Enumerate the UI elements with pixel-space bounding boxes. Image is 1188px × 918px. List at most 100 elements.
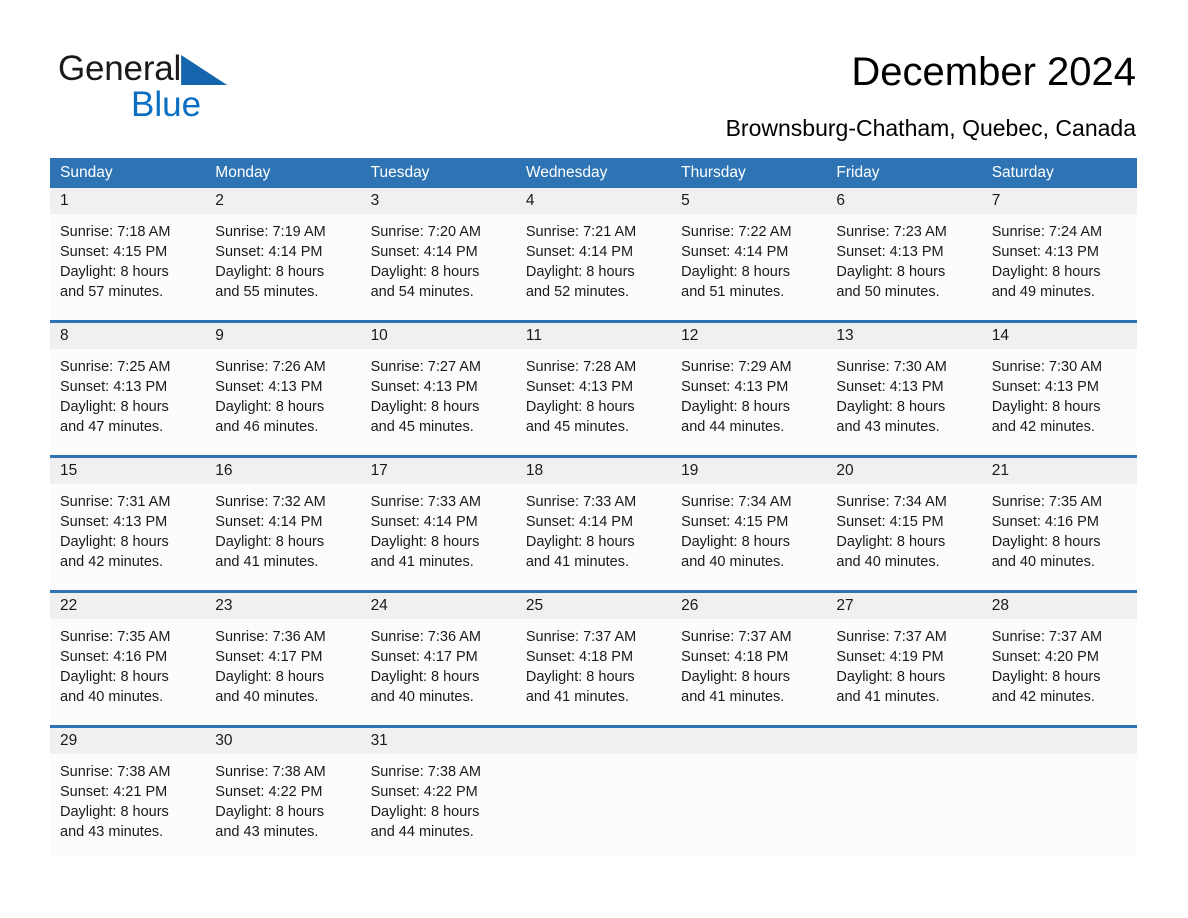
day-details: Sunrise: 7:30 AM Sunset: 4:13 PM Daylight:… xyxy=(826,349,981,437)
day-cell[interactable]: 20 Sunrise: 7:34 AM Sunset: 4:15 PM Dayligh… xyxy=(826,458,982,590)
sunrise-text: Sunrise: 7:28 AM xyxy=(525,359,637,375)
day-number: 2 xyxy=(215,192,224,209)
day-cell[interactable]: 8 Sunrise: 7:25 AM Sunset: 4:13 PM Daylight… xyxy=(50,323,206,455)
daylight-text-line2: and 51 minutes. xyxy=(681,284,785,300)
day-cell[interactable]: 2 Sunrise: 7:19 AM Sunset: 4:14 PM Daylight… xyxy=(205,188,361,320)
day-cell[interactable]: 22 Sunrise: 7:35 AM Sunset: 4:16 PM Dayligh… xyxy=(50,593,206,725)
sunrise-text: Sunrise: 7:31 AM xyxy=(60,494,171,510)
day-number: 19 xyxy=(681,462,699,479)
weekday-tuesday: Tuesday xyxy=(370,164,430,181)
sunset-text: Sunset: 4:14 PM xyxy=(681,244,789,260)
daylight-text-line1: Daylight: 8 hours xyxy=(370,264,480,280)
day-cell[interactable]: 27 Sunrise: 7:37 AM Sunset: 4:19 PM Dayligh… xyxy=(826,593,982,725)
day-cell[interactable]: 29 Sunrise: 7:38 AM Sunset: 4:21 PM Dayligh… xyxy=(50,728,206,856)
day-cell[interactable]: 3 Sunrise: 7:20 AM Sunset: 4:14 PM Daylight… xyxy=(360,188,516,320)
day-cell[interactable]: 31 Sunrise: 7:38 AM Sunset: 4:22 PM Dayligh… xyxy=(360,728,516,856)
day-cell[interactable]: 24 Sunrise: 7:36 AM Sunset: 4:17 PM Dayligh… xyxy=(360,593,516,725)
sunset-text: Sunset: 4:14 PM xyxy=(370,514,478,530)
day-cell[interactable]: 7 Sunrise: 7:24 AM Sunset: 4:13 PM Daylight… xyxy=(981,188,1137,320)
day-number: 24 xyxy=(370,597,388,614)
day-cell[interactable]: 5 Sunrise: 7:22 AM Sunset: 4:14 PM Daylight… xyxy=(671,188,827,320)
day-cell[interactable]: 28 Sunrise: 7:37 AM Sunset: 4:20 PM Dayligh… xyxy=(981,593,1137,725)
day-cell[interactable]: 17 Sunrise: 7:33 AM Sunset: 4:14 PM Dayligh… xyxy=(360,458,516,590)
day-details: Sunrise: 7:24 AM Sunset: 4:13 PM Daylight:… xyxy=(982,214,1137,302)
daylight-text-line2: and 43 minutes. xyxy=(60,824,164,840)
day-details: Sunrise: 7:30 AM Sunset: 4:13 PM Daylight:… xyxy=(982,349,1137,437)
sunset-text: Sunset: 4:17 PM xyxy=(370,649,478,665)
day-cell[interactable]: 16 Sunrise: 7:32 AM Sunset: 4:14 PM Dayligh… xyxy=(205,458,361,590)
sunrise-text: Sunrise: 7:30 AM xyxy=(991,359,1103,375)
daylight-text-line2: and 42 minutes. xyxy=(60,554,164,570)
day-number: 12 xyxy=(681,327,699,344)
sunset-text: Sunset: 4:22 PM xyxy=(370,784,478,800)
weekday-wednesday: Wednesday xyxy=(525,164,608,181)
day-details: Sunrise: 7:20 AM Sunset: 4:14 PM Daylight:… xyxy=(361,214,516,302)
daylight-text-line1: Daylight: 8 hours xyxy=(681,399,790,415)
day-cell[interactable]: 9 Sunrise: 7:26 AM Sunset: 4:13 PM Daylight… xyxy=(205,323,361,455)
day-cell[interactable]: 15 Sunrise: 7:31 AM Sunset: 4:13 PM Dayligh… xyxy=(50,458,206,590)
sunrise-text: Sunrise: 7:20 AM xyxy=(370,224,481,240)
day-number xyxy=(982,728,1137,754)
day-cell[interactable]: 19 Sunrise: 7:34 AM Sunset: 4:15 PM Dayligh… xyxy=(671,458,827,590)
daylight-text-line1: Daylight: 8 hours xyxy=(836,399,946,415)
sunset-text: Sunset: 4:13 PM xyxy=(836,379,944,395)
page-header: General Blue December 2024 Brownsburg-Ch… xyxy=(0,0,1188,150)
day-details: Sunrise: 7:37 AM Sunset: 4:20 PM Daylight:… xyxy=(982,619,1137,707)
day-number: 1 xyxy=(60,192,69,209)
daylight-text-line1: Daylight: 8 hours xyxy=(60,264,169,280)
weekday-thursday: Thursday xyxy=(681,164,746,181)
day-cell[interactable]: 12 Sunrise: 7:29 AM Sunset: 4:13 PM Dayligh… xyxy=(671,323,827,455)
day-details: Sunrise: 7:32 AM Sunset: 4:14 PM Daylight:… xyxy=(205,484,360,572)
sunset-text: Sunset: 4:15 PM xyxy=(681,514,789,530)
day-cell[interactable]: 1 Sunrise: 7:18 AM Sunset: 4:15 PM Daylight… xyxy=(50,188,206,320)
sunset-text: Sunset: 4:14 PM xyxy=(215,244,323,260)
day-details: Sunrise: 7:38 AM Sunset: 4:21 PM Daylight:… xyxy=(50,754,205,842)
day-cell[interactable]: 30 Sunrise: 7:38 AM Sunset: 4:22 PM Dayligh… xyxy=(205,728,361,856)
daylight-text-line1: Daylight: 8 hours xyxy=(991,669,1101,685)
day-cell[interactable]: 6 Sunrise: 7:23 AM Sunset: 4:13 PM Daylight… xyxy=(826,188,982,320)
day-cell[interactable]: 11 Sunrise: 7:28 AM Sunset: 4:13 PM Dayligh… xyxy=(515,323,672,455)
daylight-text-line2: and 52 minutes. xyxy=(525,284,630,300)
day-cell[interactable]: 21 Sunrise: 7:35 AM Sunset: 4:16 PM Dayligh… xyxy=(981,458,1137,590)
day-cell[interactable]: 10 Sunrise: 7:27 AM Sunset: 4:13 PM Dayligh… xyxy=(360,323,516,455)
day-number: 9 xyxy=(215,327,224,344)
day-cell[interactable]: 13 Sunrise: 7:30 AM Sunset: 4:13 PM Dayligh… xyxy=(826,323,982,455)
sunrise-text: Sunrise: 7:19 AM xyxy=(215,224,326,240)
sunrise-text: Sunrise: 7:30 AM xyxy=(836,359,947,375)
daylight-text-line1: Daylight: 8 hours xyxy=(370,804,480,820)
day-details: Sunrise: 7:19 AM Sunset: 4:14 PM Daylight:… xyxy=(205,214,360,302)
daylight-text-line1: Daylight: 8 hours xyxy=(836,669,946,685)
sunset-text: Sunset: 4:14 PM xyxy=(215,514,323,530)
day-cell-empty xyxy=(515,728,672,856)
generalblue-logo[interactable]: General Blue xyxy=(58,50,358,130)
day-details: Sunrise: 7:37 AM Sunset: 4:18 PM Daylight:… xyxy=(516,619,671,707)
day-cell[interactable]: 23 Sunrise: 7:36 AM Sunset: 4:17 PM Dayligh… xyxy=(205,593,361,725)
day-cell[interactable]: 4 Sunrise: 7:21 AM Sunset: 4:14 PM Daylight… xyxy=(515,188,672,320)
day-cell[interactable]: 14 Sunrise: 7:30 AM Sunset: 4:13 PM Dayligh… xyxy=(981,323,1137,455)
day-number xyxy=(516,728,671,754)
sunset-text: Sunset: 4:13 PM xyxy=(991,244,1099,260)
sunset-text: Sunset: 4:15 PM xyxy=(836,514,944,530)
sunset-text: Sunset: 4:15 PM xyxy=(60,244,168,260)
day-cell[interactable]: 18 Sunrise: 7:33 AM Sunset: 4:14 PM Dayligh… xyxy=(515,458,672,590)
daylight-text-line1: Daylight: 8 hours xyxy=(991,264,1101,280)
daylight-text-line2: and 40 minutes. xyxy=(991,554,1095,570)
day-details: Sunrise: 7:34 AM Sunset: 4:15 PM Daylight:… xyxy=(671,484,826,572)
day-details: Sunrise: 7:31 AM Sunset: 4:13 PM Daylight:… xyxy=(50,484,205,572)
day-cell[interactable]: 26 Sunrise: 7:37 AM Sunset: 4:18 PM Dayligh… xyxy=(671,593,827,725)
calendar-week-row: 1 Sunrise: 7:18 AM Sunset: 4:15 PM Daylight… xyxy=(50,188,1137,320)
sunrise-text: Sunrise: 7:37 AM xyxy=(991,629,1103,645)
daylight-text-line1: Daylight: 8 hours xyxy=(836,264,946,280)
day-details: Sunrise: 7:37 AM Sunset: 4:18 PM Daylight:… xyxy=(671,619,826,707)
day-cell[interactable]: 25 Sunrise: 7:37 AM Sunset: 4:18 PM Dayligh… xyxy=(515,593,672,725)
logo-text-general: General xyxy=(58,49,182,88)
sunrise-text: Sunrise: 7:34 AM xyxy=(681,494,792,510)
daylight-text-line2: and 44 minutes. xyxy=(681,419,785,435)
day-details: Sunrise: 7:33 AM Sunset: 4:14 PM Daylight:… xyxy=(516,484,671,572)
daylight-text-line2: and 40 minutes. xyxy=(370,689,474,705)
day-number xyxy=(826,728,981,754)
day-details: Sunrise: 7:21 AM Sunset: 4:14 PM Daylight:… xyxy=(516,214,671,302)
day-cell-empty xyxy=(826,728,982,856)
daylight-text-line1: Daylight: 8 hours xyxy=(525,669,635,685)
calendar-week-row: 22 Sunrise: 7:35 AM Sunset: 4:16 PM Dayligh… xyxy=(50,590,1137,725)
